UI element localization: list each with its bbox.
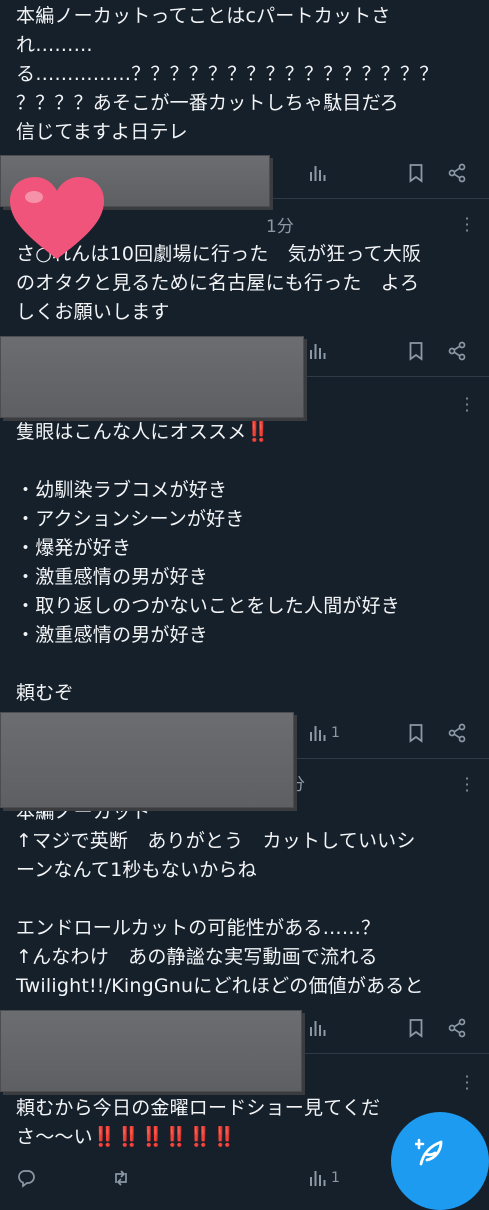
post-2-time: 1分 [266,217,294,237]
post-1-text: 本編ノーカットってことはcパートカットさ れ……… る……………？？？？？？？？… [16,5,439,143]
bookmark-icon [409,1019,423,1038]
reply-button[interactable] [16,1163,36,1193]
retweet-icon [115,1170,127,1186]
bookmark-button[interactable] [406,718,426,748]
share-icon [448,163,466,183]
post-4-text: 本編ノーカット ↑マジで英断 ありがとう カットしていいシ ーンなんて1秒もない… [16,801,424,997]
views-icon [310,344,326,359]
compose-button[interactable] [391,1112,489,1210]
share-icon [448,1018,466,1038]
views-button[interactable]: 1 [308,718,340,748]
bookmark-button[interactable] [406,1013,426,1043]
bookmark-button[interactable] [406,336,426,366]
views-count: 1 [331,1170,340,1186]
double-exclamation-emoji: ‼️ [246,421,271,443]
redaction-bar [0,336,304,418]
views-button[interactable] [308,1013,328,1043]
redaction-bar [0,1010,302,1092]
redaction-bar [0,712,294,808]
more-icon[interactable]: · · · [462,211,472,239]
post-4[interactable]: 本編ノーカット ↑マジで英断 ありがとう カットしていいシ ーンなんて1秒もない… [0,798,489,1008]
heart-sticker [10,177,104,259]
views-button[interactable]: 1 [308,1163,340,1193]
share-button[interactable] [447,158,467,188]
post-3[interactable]: 隻眼はこんな人にオススメ‼️ ・幼馴染ラブコメが好き ・アクションシーンが好き … [0,418,489,708]
views-icon [310,726,326,741]
views-icon [310,166,326,181]
double-exclamation-emoji: ‼️‼️‼️‼️‼️‼️ [92,1126,236,1148]
post-3-text: 隻眼はこんな人にオススメ‼️ ・幼馴染ラブコメが好き ・アクションシーンが好き … [16,421,401,704]
views-icon [310,1171,326,1186]
views-button[interactable] [308,158,328,188]
compose-icon [415,1138,443,1166]
bookmark-button[interactable] [406,158,426,188]
views-count: 1 [331,725,340,741]
share-button[interactable] [447,1013,467,1043]
share-icon [448,723,466,743]
share-button[interactable] [447,336,467,366]
share-button[interactable] [447,718,467,748]
retweet-button[interactable] [111,1163,131,1193]
bookmark-icon [409,724,423,743]
bookmark-icon [409,342,423,361]
more-icon[interactable]: · · · [462,1069,472,1097]
views-button[interactable] [308,336,328,366]
more-icon[interactable]: · · · [462,391,472,419]
reply-icon [18,1170,35,1188]
bookmark-icon [409,164,423,183]
share-icon [448,341,466,361]
views-icon [310,1021,326,1036]
more-icon[interactable]: · · · [462,771,472,799]
